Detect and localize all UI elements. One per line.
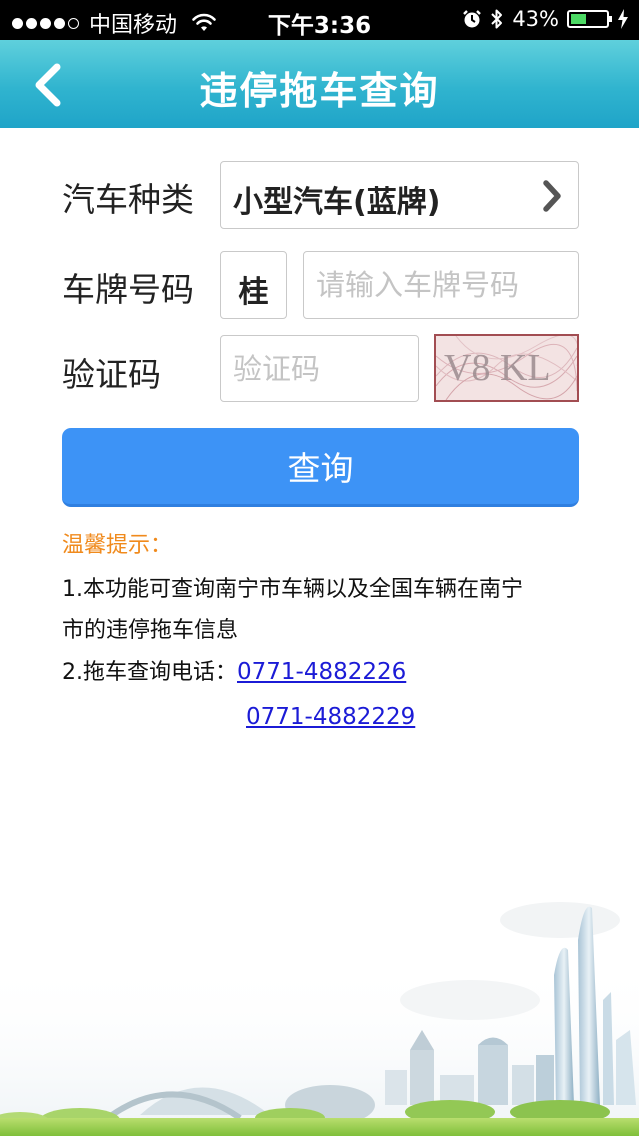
bluetooth-icon xyxy=(491,9,503,29)
page-title: 违停拖车查询 xyxy=(199,69,440,113)
vehicle-type-value: 小型汽车(蓝牌) xyxy=(233,185,441,220)
captcha-label: 验证码 xyxy=(62,355,161,394)
status-right: 43% xyxy=(462,7,629,31)
chevron-right-icon xyxy=(543,180,561,212)
plate-number-input[interactable] xyxy=(304,252,578,318)
navigation-bar: 违停拖车查询 xyxy=(0,40,639,128)
captcha-text: V8 KL xyxy=(444,347,551,389)
tip-line-2: 2.拖车查询电话：0771-4882226 xyxy=(62,654,406,686)
captcha-input[interactable] xyxy=(221,336,418,401)
captcha-image[interactable]: V8 KL xyxy=(434,334,579,402)
phone-link-1[interactable]: 0771-4882226 xyxy=(237,659,406,685)
battery-level xyxy=(571,14,586,24)
plate-number-field xyxy=(303,251,579,319)
tip-line-1b: 市的违停拖车信息 xyxy=(62,618,239,643)
tip-phone-prefix: 2.拖车查询电话： xyxy=(62,660,237,685)
captcha-noise: V8 KL xyxy=(436,336,577,400)
plate-number-label: 车牌号码 xyxy=(62,270,194,309)
charging-bolt-icon xyxy=(618,9,628,29)
status-bar: 中国移动 下午3:36 43% xyxy=(0,0,639,40)
phone-link-2[interactable]: 0771-4882229 xyxy=(246,704,415,730)
captcha-field xyxy=(220,335,419,402)
vehicle-type-select[interactable]: 小型汽车(蓝牌) xyxy=(220,161,579,229)
query-button[interactable]: 查询 xyxy=(62,428,579,507)
battery-icon xyxy=(567,10,612,28)
city-skyline-illustration xyxy=(0,902,639,1136)
battery-percent: 43% xyxy=(512,7,559,31)
tip-line-3: 0771-4882229 xyxy=(246,704,415,730)
tip-line-1a: 1.本功能可查询南宁市车辆以及全国车辆在南宁 xyxy=(62,577,523,602)
battery-tip xyxy=(609,16,612,22)
tips-title: 温馨提示： xyxy=(62,533,173,558)
vehicle-type-label: 汽车种类 xyxy=(62,180,194,219)
plate-province-select[interactable]: 桂 xyxy=(220,251,287,319)
alarm-clock-icon xyxy=(463,10,482,28)
plate-province-value: 桂 xyxy=(238,275,269,310)
page: 中国移动 下午3:36 43% 违停拖车查询 汽车种类 小型汽车(蓝牌) 车牌号… xyxy=(0,0,639,1136)
